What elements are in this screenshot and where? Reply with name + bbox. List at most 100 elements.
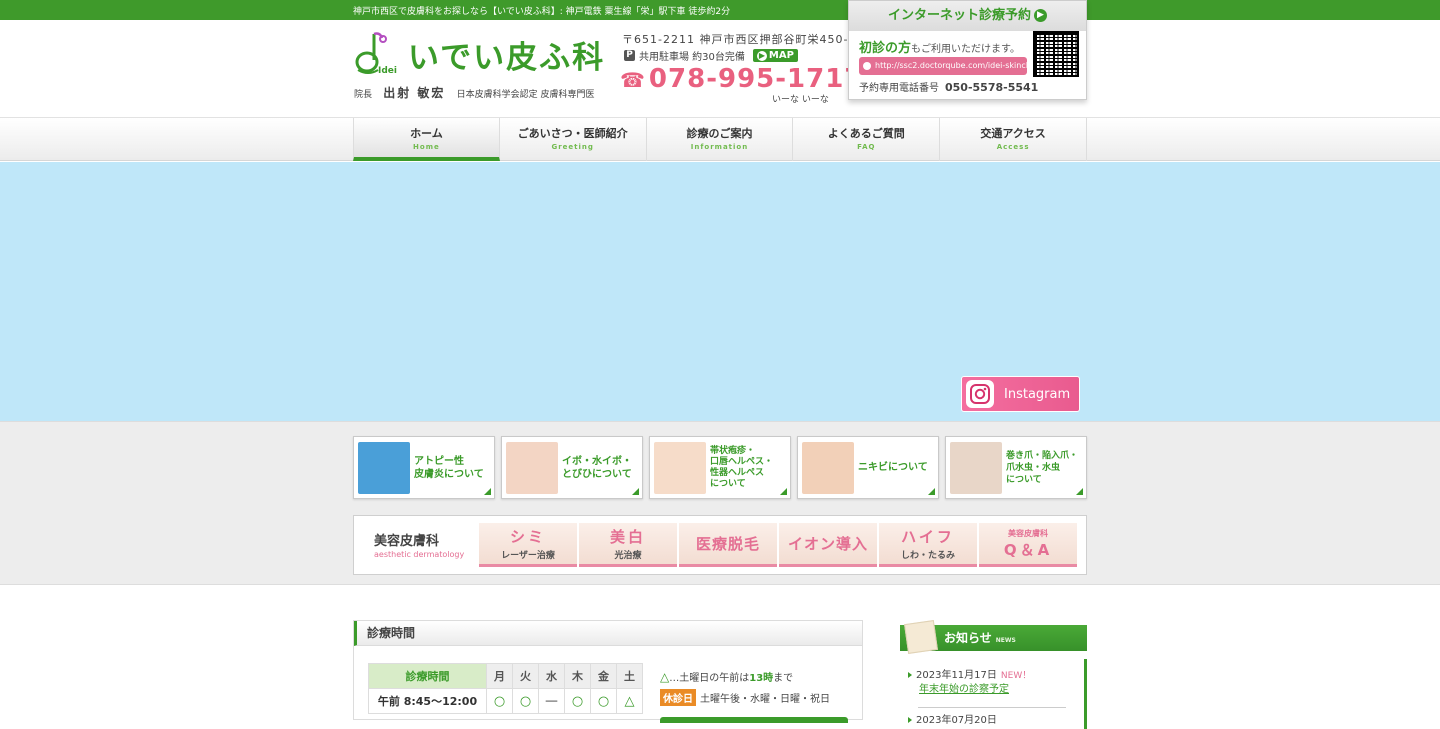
arrow-right-icon: ▶ bbox=[1034, 9, 1047, 22]
nav-label: よくあるご質問 bbox=[827, 127, 905, 140]
arrow-right-icon: ▶ bbox=[756, 50, 767, 61]
map-button[interactable]: ▶ MAP bbox=[752, 49, 798, 62]
nav-label: 交通アクセス bbox=[980, 127, 1046, 140]
director-info: 院長 出射 敏宏 日本皮膚科学会認定 皮膚科専門医 bbox=[354, 84, 594, 101]
day-header: 水 bbox=[538, 663, 565, 689]
clinic-address: 〒651-2211 神戸市西区押部谷町栄450-2 bbox=[622, 33, 857, 46]
news-date: 2023年07月20日 bbox=[916, 715, 997, 726]
service-label: 巻き爪・陥入爪・ 爪水虫・水虫 について bbox=[1006, 450, 1079, 485]
hours-mark: — bbox=[538, 688, 565, 714]
clinic-name[interactable]: いでい皮ふ科 bbox=[408, 32, 605, 77]
corner-arrow-icon bbox=[928, 488, 935, 495]
first-visit-note: 初診の方もご利用いただけます。 bbox=[859, 37, 1020, 56]
hours-more-bar[interactable] bbox=[660, 717, 848, 723]
hours-mark: ○ bbox=[512, 688, 539, 714]
phone-number-text: 078-995-1717 bbox=[648, 64, 864, 94]
day-header: 月 bbox=[486, 663, 513, 689]
logo-mark-icon[interactable]: Idei bbox=[354, 30, 404, 76]
reservation-phone-number: 050-5578-5541 bbox=[945, 81, 1039, 94]
map-button-label: MAP bbox=[768, 50, 794, 61]
list-item: 2023年11月17日 NEW！ 年末年始の診察予定 bbox=[908, 669, 1068, 696]
site-header: Idei いでい皮ふ科 院長 出射 敏宏 日本皮膚科学会認定 皮膚科専門医 〒6… bbox=[0, 20, 1440, 117]
consultation-hours: 診療時間 診療時間 月 火 水 木 金 土 午前 8:45〜12:00 ○ ○ … bbox=[353, 620, 863, 723]
table-row: 午前 8:45〜12:00 ○ ○ — ○ ○ △ bbox=[368, 688, 643, 714]
service-card-acne[interactable]: ニキビについて bbox=[797, 436, 939, 499]
nav-sublabel: Home bbox=[413, 143, 440, 151]
hours-mark: ○ bbox=[564, 688, 591, 714]
nav-item-access[interactable]: 交通アクセス Access bbox=[940, 118, 1087, 161]
aesthetic-button-hair-removal[interactable]: 医療脱毛 bbox=[679, 523, 777, 567]
parking-text: 共用駐車場 約30台完備 bbox=[639, 52, 745, 63]
nav-item-home[interactable]: ホーム Home bbox=[353, 118, 500, 161]
aesthetic-button-whitening[interactable]: 美白 光治療 bbox=[579, 523, 677, 567]
director-name: 出射 敏宏 bbox=[383, 86, 446, 100]
qr-code-icon bbox=[1033, 31, 1079, 77]
nav-label: 診療のご案内 bbox=[686, 127, 753, 140]
aesthetic-button-label: シミ bbox=[509, 528, 546, 546]
nav-label: ごあいさつ・医師紹介 bbox=[517, 127, 628, 140]
reservation-url-link[interactable]: http://ssc2.doctorqube.com/idei-skinclin… bbox=[859, 57, 1027, 75]
aesthetic-button-sublabel: しわ・たるみ bbox=[900, 551, 955, 561]
phone-icon: ☎ bbox=[620, 68, 646, 92]
saturday-note-text-a: …土曜日の午前は bbox=[669, 673, 750, 684]
aesthetic-button-ion[interactable]: イオン導入 bbox=[779, 523, 877, 567]
reservation-url-text: http://ssc2.doctorqube.com/idei-skinclin… bbox=[875, 61, 1027, 70]
parking-icon: P bbox=[624, 50, 635, 61]
aesthetic-button-label: 医療脱毛 bbox=[695, 535, 760, 553]
day-header: 金 bbox=[590, 663, 617, 689]
aesthetic-button-sublabel: レーザー治療 bbox=[501, 551, 555, 561]
triangle-icon: △ bbox=[660, 670, 670, 684]
service-image bbox=[654, 442, 706, 494]
day-header: 土 bbox=[616, 663, 643, 689]
parking-info: P 共用駐車場 約30台完備 ▶ MAP bbox=[624, 48, 798, 63]
list-item: 2023年07月20日 bbox=[908, 711, 997, 726]
bullet-icon bbox=[908, 672, 912, 678]
top-bar: 神戸市西区で皮膚科をお探しなら【いでい皮ふ科】: 神戸電鉄 粟生線「栄」駅下車 … bbox=[0, 0, 1440, 20]
aesthetic-button-spots[interactable]: シミ レーザー治療 bbox=[479, 523, 577, 567]
aesthetic-button-label: イオン導入 bbox=[787, 535, 868, 553]
director-role: 院長 bbox=[354, 90, 373, 100]
aesthetic-dermatology-bar: 美容皮膚科 aesthetic dermatology シミ レーザー治療 美白… bbox=[353, 515, 1087, 575]
first-visit-rest: もご利用いただけます。 bbox=[911, 44, 1021, 55]
aesthetic-button-label: ハイフ bbox=[901, 528, 955, 546]
news-link[interactable]: 年末年始の診察予定 bbox=[908, 683, 1068, 696]
reservation-title-text: インターネット診療予約 bbox=[887, 8, 1031, 23]
internet-reservation-box[interactable]: インターネット診療予約 ▶ 初診の方もご利用いただけます。 http://ssc2… bbox=[848, 0, 1087, 100]
hours-header-label: 診療時間 bbox=[368, 663, 487, 689]
service-card-atopy[interactable]: アトピー性 皮膚炎について bbox=[353, 436, 495, 499]
service-card-herpes[interactable]: 帯状疱疹・ 口唇ヘルペス・ 性器ヘルペス について bbox=[649, 436, 791, 499]
service-image bbox=[802, 442, 854, 494]
closed-days-text: 土曜午後・水曜・日曜・祝日 bbox=[700, 694, 830, 705]
nav-item-greeting[interactable]: ごあいさつ・医師紹介 Greeting bbox=[500, 118, 647, 161]
service-card-warts[interactable]: イボ・水イボ・ とびひについて bbox=[501, 436, 643, 499]
news-title-sub: NEWS bbox=[995, 637, 1016, 644]
bullet-icon bbox=[908, 717, 912, 723]
service-label: アトピー性 皮膚炎について bbox=[414, 455, 484, 480]
aesthetic-button-hifu[interactable]: ハイフ しわ・たるみ bbox=[879, 523, 977, 567]
instagram-icon bbox=[966, 380, 994, 408]
instagram-button[interactable]: Instagram bbox=[961, 376, 1080, 412]
reservation-phone: 予約専用電話番号 050-5578-5541 bbox=[859, 79, 1038, 94]
hero-image bbox=[0, 162, 1440, 421]
saturday-note-time: 13時 bbox=[749, 673, 774, 684]
hours-table: 診療時間 月 火 水 木 金 土 午前 8:45〜12:00 ○ ○ — ○ ○… bbox=[368, 663, 643, 714]
news-list: 2023年11月17日 NEW！ 年末年始の診察予定 2023年07月20日 bbox=[900, 659, 1087, 729]
nav-item-faq[interactable]: よくあるご質問 FAQ bbox=[793, 118, 941, 161]
service-image bbox=[506, 442, 558, 494]
closed-badge: 休診日 bbox=[660, 689, 696, 706]
aesthetic-button-label: Q＆A bbox=[1003, 540, 1053, 559]
instagram-label: Instagram bbox=[1004, 386, 1071, 402]
hours-header-row: 診療時間 月 火 水 木 金 土 bbox=[368, 663, 643, 689]
corner-arrow-icon bbox=[780, 488, 787, 495]
aesthetic-button-qa[interactable]: 美容皮膚科 Q＆A bbox=[979, 523, 1077, 567]
service-image bbox=[358, 442, 410, 494]
news-panel: お知らせ NEWS 2023年11月17日 NEW！ 年末年始の診察予定 2023年… bbox=[900, 620, 1087, 729]
reservation-title[interactable]: インターネット診療予約 ▶ bbox=[849, 1, 1086, 31]
aesthetic-button-sublabel: 光治療 bbox=[614, 551, 642, 561]
phone-number[interactable]: ☎ 078-995-1717 bbox=[620, 64, 863, 94]
nav-label: ホーム bbox=[410, 127, 443, 140]
service-label: 帯状疱疹・ 口唇ヘルペス・ 性器ヘルペス について bbox=[710, 445, 774, 489]
service-card-nails[interactable]: 巻き爪・陥入爪・ 爪水虫・水虫 について bbox=[945, 436, 1087, 499]
day-header: 木 bbox=[564, 663, 591, 689]
nav-item-information[interactable]: 診療のご案内 Information bbox=[647, 118, 794, 161]
